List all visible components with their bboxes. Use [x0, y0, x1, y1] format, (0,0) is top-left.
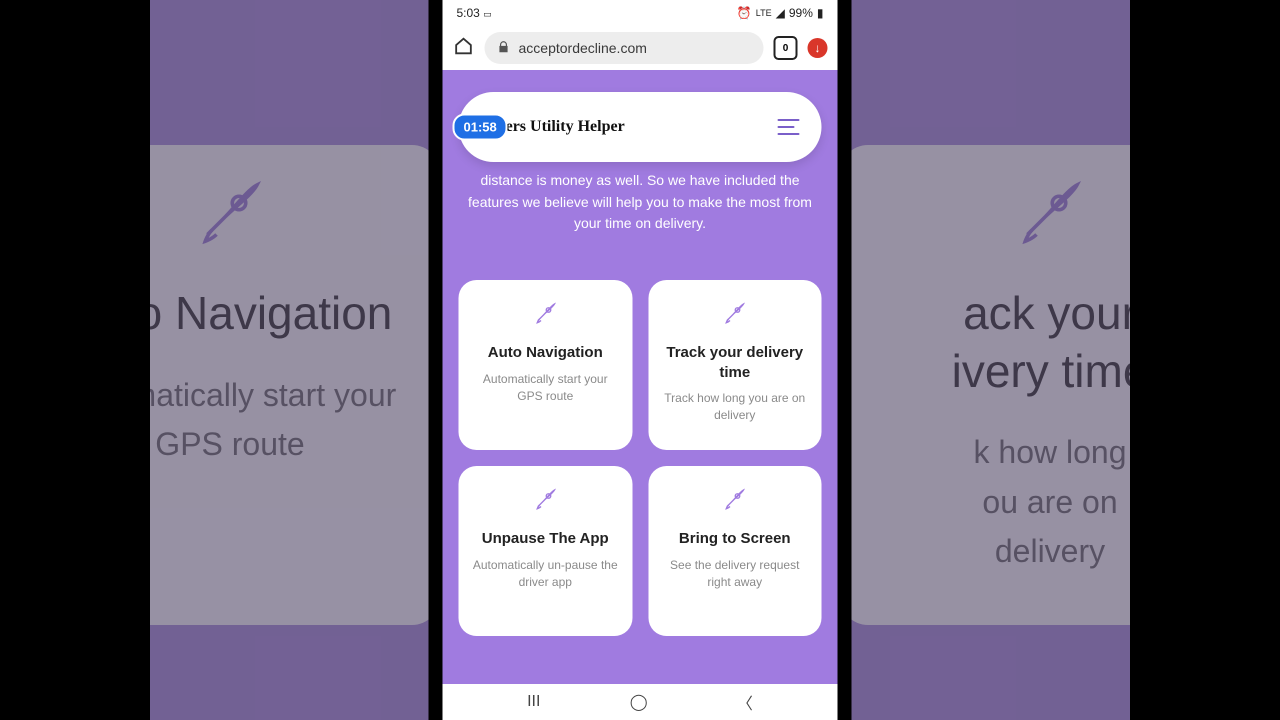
battery-icon: ▮ [817, 6, 824, 20]
signal-icon: ◢ [776, 6, 785, 20]
recent-apps-button[interactable]: III [527, 693, 540, 711]
page-content: Drivers Utility Helper 01:58 distance is… [443, 70, 838, 684]
feature-grid: Auto Navigation Automatically start your… [459, 280, 822, 636]
card-desc: See the delivery request right away [660, 557, 810, 592]
rocket-icon [720, 298, 750, 333]
browser-bar: acceptordecline.com 0 ↓ [443, 26, 838, 70]
card-title: Auto Navigation [471, 343, 621, 363]
phone-frame: 5:03 ▭ ⏰ LTE ◢ 99% ▮ acceptordecli [429, 0, 852, 720]
rocket-icon [530, 298, 560, 333]
card-desc: Automatically start your GPS route [471, 371, 621, 406]
download-icon[interactable]: ↓ [808, 38, 828, 58]
card-title: Track your delivery time [660, 343, 810, 382]
battery-percent: 99% [789, 6, 813, 20]
android-nav: III ◯ 〈 [443, 684, 838, 720]
lock-icon [497, 40, 511, 57]
site-nav: Drivers Utility Helper 01:58 [459, 92, 822, 162]
card-track-delivery-time[interactable]: Track your delivery time Track how long … [648, 280, 822, 450]
lte-label: LTE [756, 8, 772, 18]
url-bar[interactable]: acceptordecline.com [485, 32, 764, 64]
status-bar: 5:03 ▭ ⏰ LTE ◢ 99% ▮ [443, 0, 838, 26]
url-text: acceptordecline.com [519, 40, 647, 56]
rocket-icon [720, 484, 750, 519]
intro-text: distance is money as well. So we have in… [461, 170, 820, 235]
menu-icon[interactable] [778, 119, 800, 135]
card-auto-navigation[interactable]: Auto Navigation Automatically start your… [459, 280, 633, 450]
card-title: Unpause The App [471, 529, 621, 549]
card-bring-to-screen[interactable]: Bring to Screen See the delivery request… [648, 466, 822, 636]
card-desc: Track how long you are on delivery [660, 390, 810, 425]
alarm-icon: ⏰ [737, 6, 752, 20]
status-time: 5:03 [457, 6, 480, 20]
video-timer: 01:58 [453, 114, 508, 141]
back-button[interactable]: 〈 [737, 690, 753, 714]
home-button[interactable]: ◯ [630, 692, 648, 712]
tabs-icon[interactable]: 0 [774, 36, 798, 60]
home-icon[interactable] [453, 35, 475, 62]
camera-icon: ▭ [483, 9, 492, 19]
rocket-icon [530, 484, 560, 519]
card-desc: Automatically un-pause the driver app [471, 557, 621, 592]
card-title: Bring to Screen [660, 529, 810, 549]
card-unpause-app[interactable]: Unpause The App Automatically un-pause t… [459, 466, 633, 636]
